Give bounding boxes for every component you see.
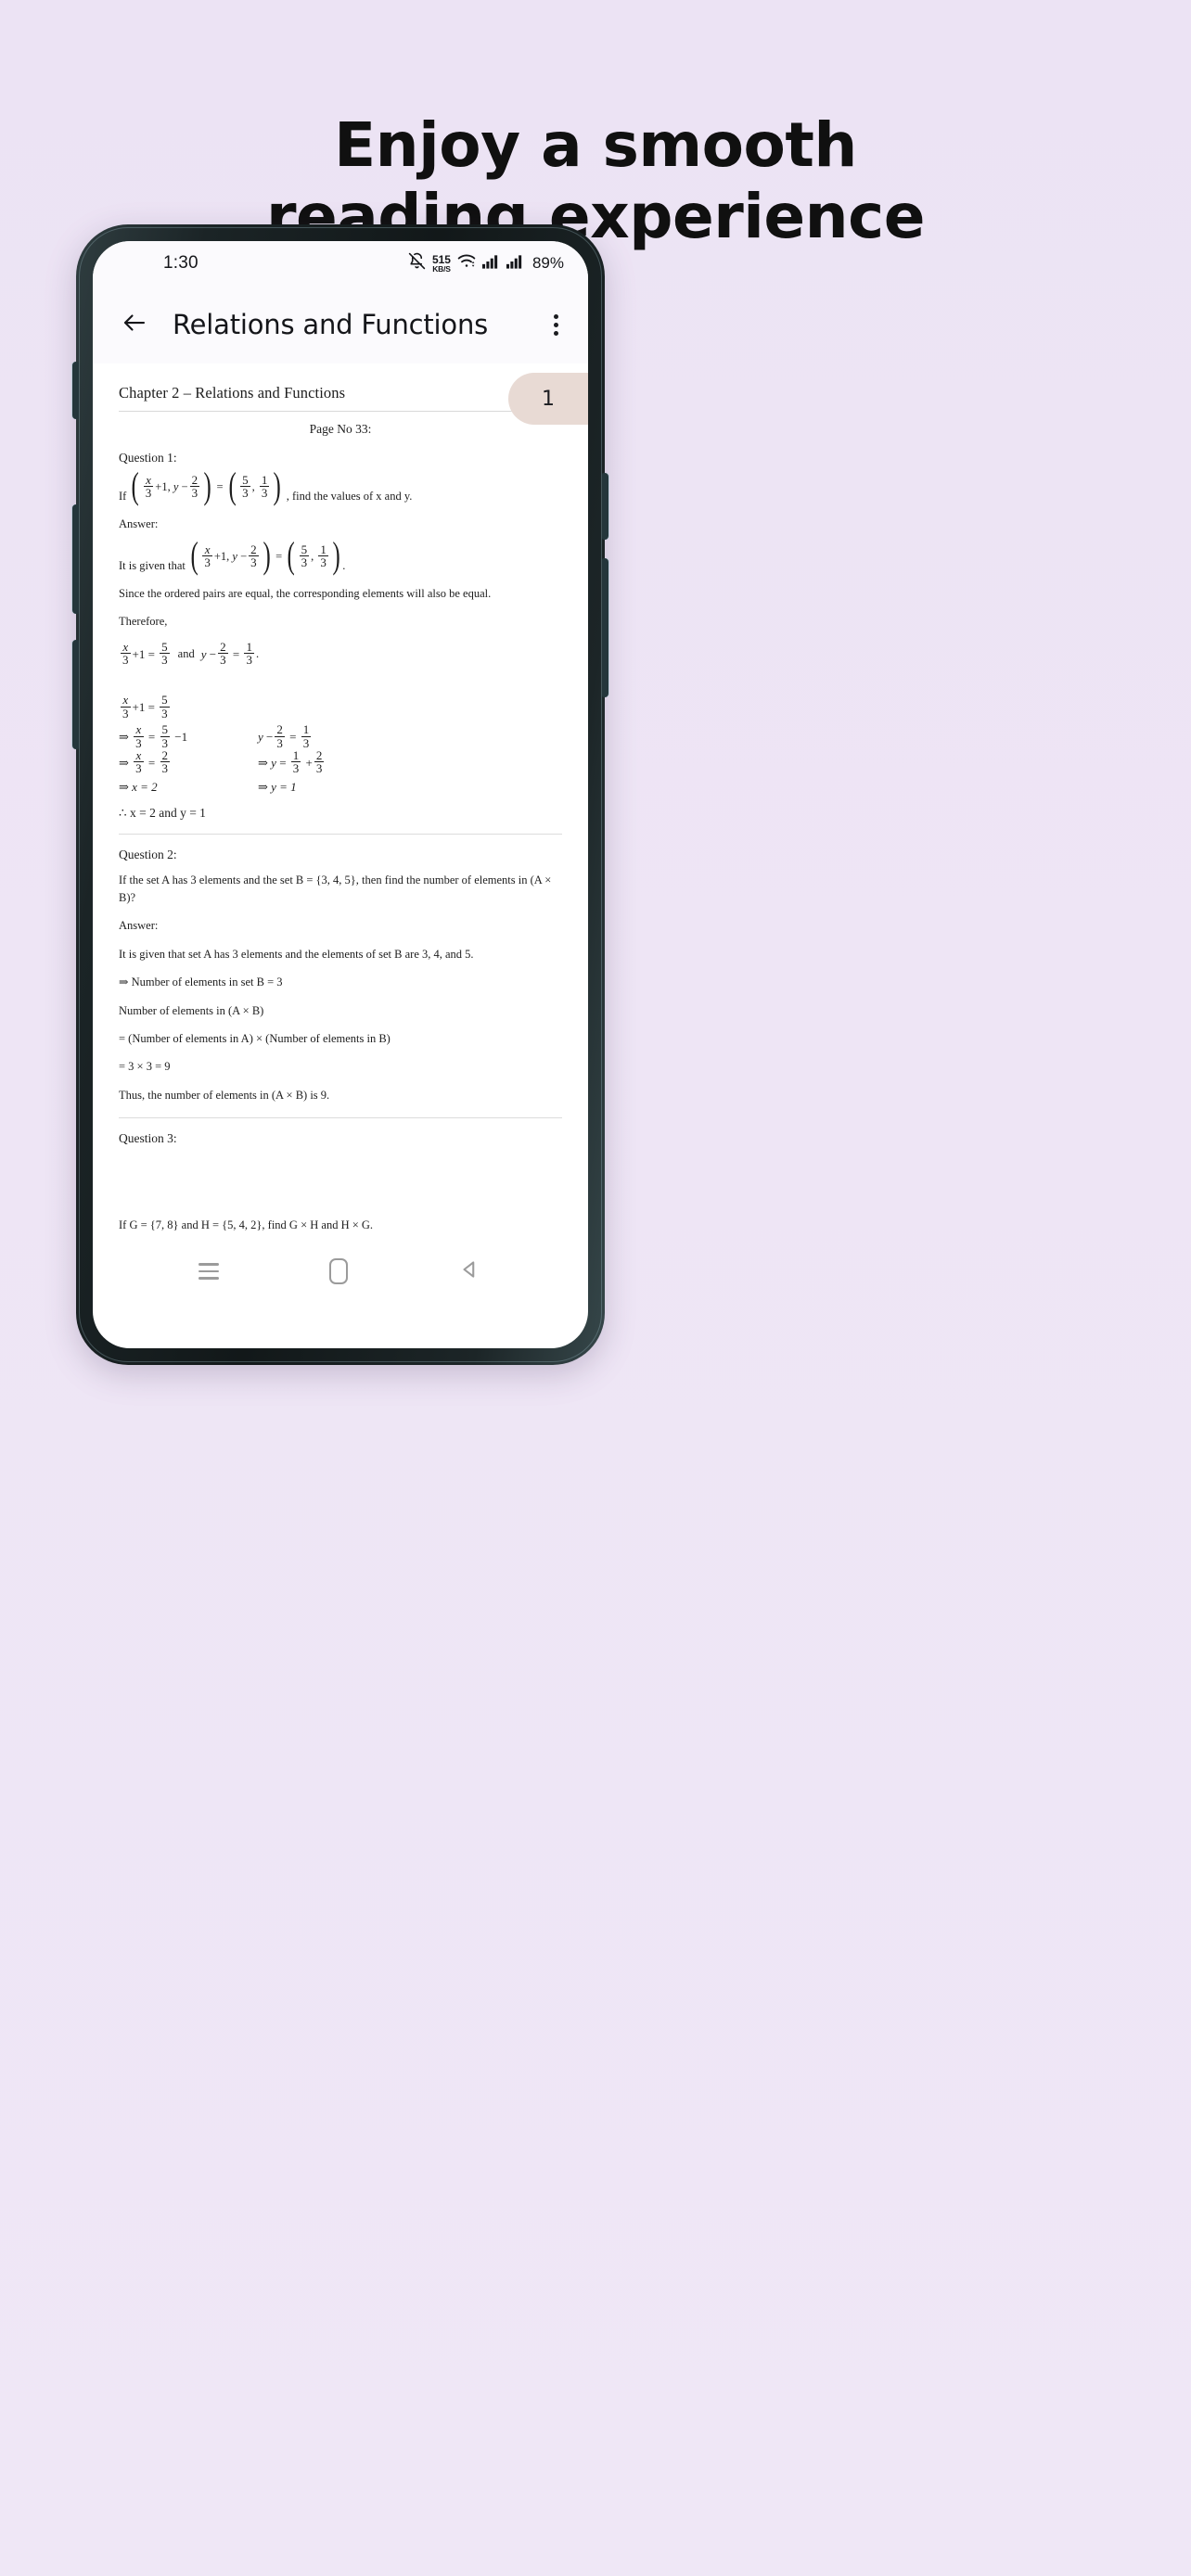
- q1-and-word: and: [177, 647, 195, 660]
- q1-given-suffix: .: [342, 558, 346, 572]
- document-content: Chapter 2 – Relations and Functions Page…: [93, 363, 588, 1300]
- phone-side-button-top: [72, 362, 79, 419]
- question-2-line-6: Thus, the number of elements in (A × B) …: [119, 1088, 330, 1102]
- back-triangle-icon[interactable]: [458, 1257, 482, 1286]
- question-1-given: It is given that ( x3 +1, y − 23 ) = ( 5…: [119, 533, 562, 576]
- question-2-line-1: It is given that set A has 3 elements an…: [119, 947, 474, 961]
- question-1-prompt: If ( x3 +1, y − 23 ) = ( 53 , 13) , fin…: [119, 464, 562, 506]
- section-divider-2: [119, 1117, 562, 1118]
- signal-bars-icon-1: [481, 254, 500, 274]
- q1-conclusion: ∴ x = 2 and y = 1: [119, 805, 206, 820]
- network-speed-value: 515: [431, 252, 451, 266]
- question-2-line-5: = 3 × 3 = 9: [119, 1060, 171, 1074]
- q1-step-2: x3 +1 = 53: [121, 693, 170, 721]
- q1-step-3: ⇒ x3 = 53 −1 y − 23 = 13: [119, 722, 312, 750]
- more-vertical-icon[interactable]: [546, 305, 566, 345]
- q1-step-1: x3 +1 = 53 and y − 23 = 13 .: [121, 639, 260, 667]
- battery-percent: 89%: [531, 254, 564, 272]
- q1-step-5: ⇒ x = 2 ⇒ y = 1: [119, 780, 562, 795]
- wifi-icon: [457, 253, 476, 274]
- network-speed: 515 KB/S: [432, 254, 451, 274]
- q1-x-final: ⇒ x = 2: [119, 779, 158, 794]
- headline-line-1: Enjoy a smooth: [334, 109, 857, 181]
- q1-prompt-suffix: , find the values of x and y.: [286, 489, 413, 503]
- page-number-badge: 1: [508, 373, 588, 425]
- document-viewer[interactable]: 1 Chapter 2 – Relations and Functions Pa…: [93, 363, 588, 1300]
- q1-given-equation: ( x3 +1, y − 23 ) = ( 53 , 13 ): [190, 533, 340, 576]
- system-nav-bar: [93, 1243, 588, 1300]
- status-bar: 1:30 515 KB/S 89%: [93, 241, 588, 286]
- phone-power-button: [602, 473, 608, 540]
- chapter-heading: Chapter 2 – Relations and Functions: [119, 384, 562, 412]
- promo-page: Enjoy a smooth reading experience 1:30 5…: [0, 0, 1191, 2576]
- phone-volume-down-button: [72, 640, 79, 749]
- question-1-label: Question 1:: [119, 451, 177, 465]
- page-no-label: Page No 33:: [309, 422, 372, 436]
- arrow-left-icon[interactable]: [121, 309, 148, 341]
- section-divider-1: [119, 833, 562, 835]
- question-2-line-4: = (Number of elements in A) × (Number of…: [119, 1031, 391, 1045]
- q1-prompt-prefix: If: [119, 489, 127, 503]
- q1-y-final: ⇒ y = 1: [258, 779, 297, 794]
- status-time: 1:30: [163, 253, 198, 273]
- question-2-line-2: ⇒ Number of elements in set B = 3: [119, 976, 283, 989]
- q1-given-prefix: It is given that: [119, 558, 186, 572]
- bell-off-icon: [408, 252, 426, 274]
- question-2-label: Question 2:: [119, 847, 177, 861]
- phone-side-button-right: [602, 558, 608, 697]
- network-speed-unit: KB/S: [432, 263, 451, 274]
- question-1-answer-label: Answer:: [119, 517, 159, 531]
- signal-bars-icon-2: [506, 254, 524, 274]
- question-2-prompt: If the set A has 3 elements and the set …: [119, 873, 552, 904]
- app-bar: Relations and Functions: [93, 286, 588, 363]
- phone-mockup: 1:30 515 KB/S 89% Relations and Function…: [72, 224, 608, 1365]
- question-3-prompt: If G = {7, 8} and H = {5, 4, 2}, find G …: [119, 1218, 374, 1231]
- home-icon[interactable]: [328, 1258, 348, 1284]
- question-1-therefore: Therefore,: [119, 615, 168, 629]
- question-2-answer-label: Answer:: [119, 919, 159, 933]
- phone-volume-up-button: [72, 504, 79, 614]
- question-2-line-3: Number of elements in (A × B): [119, 1003, 264, 1017]
- question-1-equal-line: Since the ordered pairs are equal, the c…: [119, 586, 492, 600]
- app-bar-title: Relations and Functions: [173, 309, 489, 340]
- phone-screen: 1:30 515 KB/S 89% Relations and Function…: [93, 241, 588, 1348]
- question-3-label: Question 3:: [119, 1131, 177, 1145]
- recents-icon[interactable]: [198, 1258, 219, 1283]
- q1-step1-period: .: [255, 647, 260, 660]
- q1-equation: ( x3 +1, y − 23 ) = ( 53 , 13 ): [131, 464, 282, 506]
- q1-step-4: ⇒ x3 = 23 ⇒ y = 13 + 23: [119, 747, 325, 776]
- status-icons: 515 KB/S 89%: [408, 252, 564, 274]
